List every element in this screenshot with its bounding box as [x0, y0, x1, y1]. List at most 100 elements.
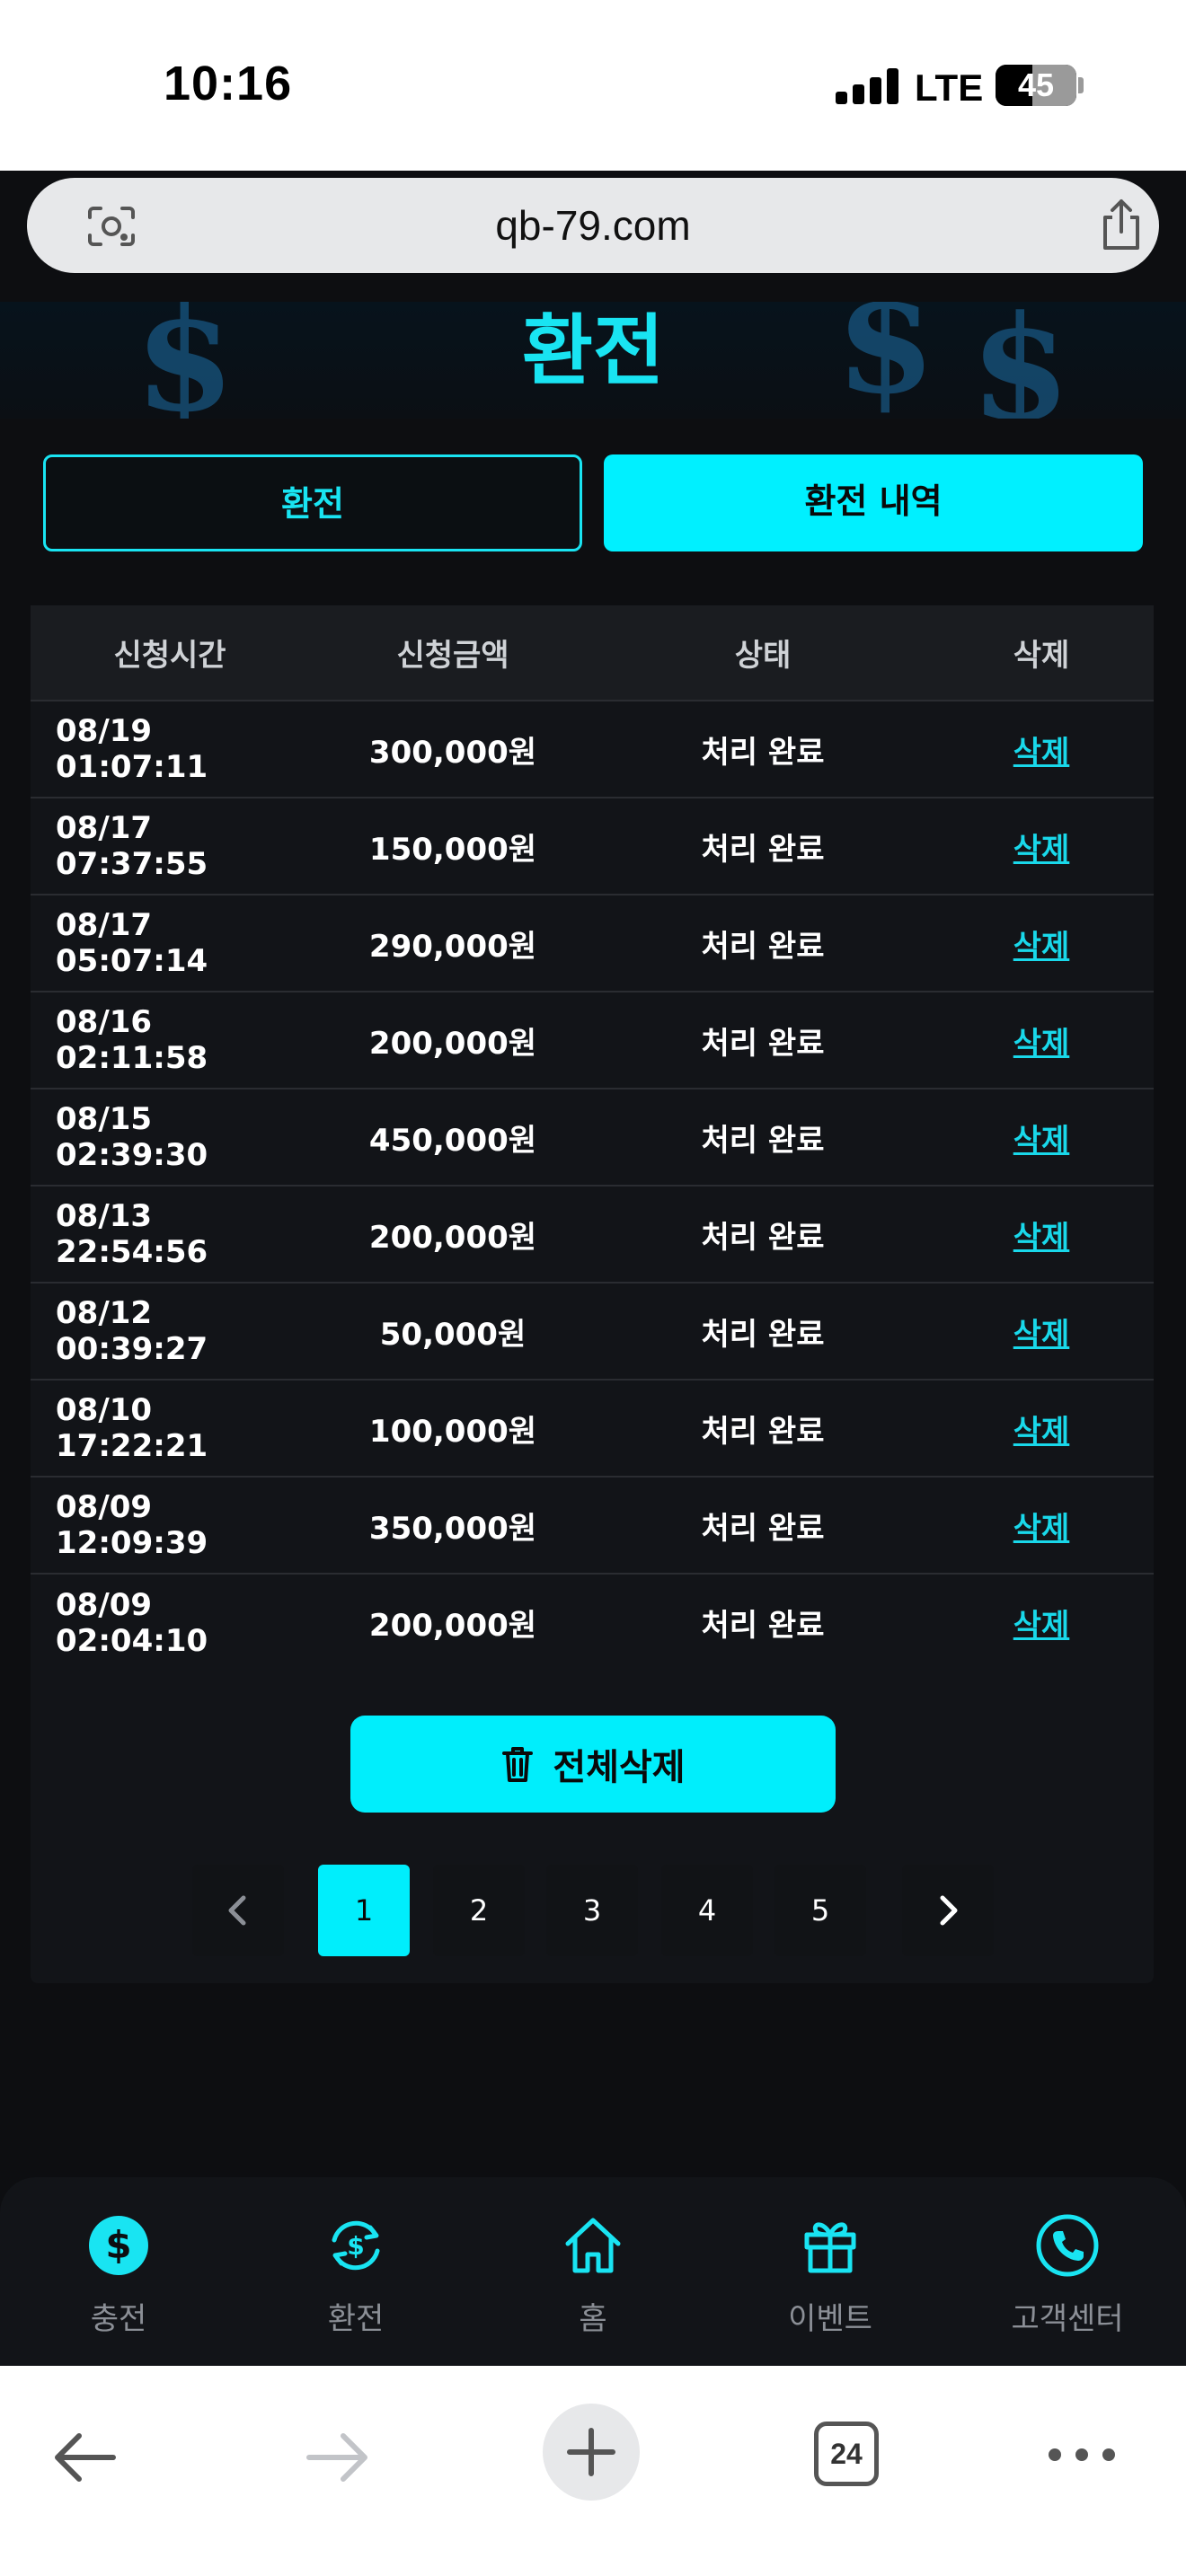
table-row: 08/17 07:37:55 150,000원 처리 완료 삭제: [31, 798, 1154, 895]
dollar-circle-icon: $: [89, 2216, 148, 2275]
page-button-1[interactable]: 1: [318, 1865, 410, 1956]
row-delete-link[interactable]: 삭제: [1013, 1220, 1070, 1256]
tabs-button[interactable]: 24: [814, 2422, 879, 2486]
header-amount: 신청금액: [396, 638, 509, 674]
url-text[interactable]: qb-79.com: [27, 178, 1159, 273]
table-row: 08/17 05:07:14 290,000원 처리 완료 삭제: [31, 895, 1154, 992]
row-status: 처리 완료: [701, 1608, 825, 1644]
new-tab-button[interactable]: [543, 2404, 640, 2501]
plus-icon: [567, 2428, 615, 2476]
row-amount: 200,000원: [368, 1608, 537, 1644]
home-icon: [565, 2218, 621, 2273]
row-amount: 450,000원: [368, 1122, 537, 1159]
more-icon[interactable]: [1046, 2441, 1118, 2468]
page-banner: $ $ $ 환전: [0, 302, 1186, 419]
tab-exchange-history[interactable]: 환전 내역: [604, 454, 1143, 551]
page-button-3[interactable]: 3: [546, 1865, 638, 1956]
row-delete-link[interactable]: 삭제: [1013, 1608, 1070, 1644]
table-row: 08/10 17:22:21 100,000원 처리 완료 삭제: [31, 1380, 1154, 1477]
header-delete: 삭제: [1013, 638, 1070, 674]
network-type: LTE: [915, 66, 984, 109]
battery-icon: 45: [996, 65, 1076, 106]
row-status: 처리 완료: [701, 1025, 825, 1062]
row-time: 08/09 12:09:39: [56, 1489, 208, 1561]
row-delete-link[interactable]: 삭제: [1013, 1026, 1070, 1062]
row-delete-link[interactable]: 삭제: [1013, 735, 1070, 771]
row-status: 처리 완료: [701, 928, 825, 965]
row-amount: 300,000원: [368, 734, 537, 771]
row-status: 처리 완료: [701, 1316, 825, 1353]
nav-label: 충전: [90, 2301, 147, 2337]
page-title: 환전: [521, 306, 665, 396]
gift-icon: [804, 2222, 856, 2273]
delete-all-label: 전체삭제: [553, 1747, 686, 1788]
nav-label: 고객센터: [1011, 2301, 1124, 2337]
table-row: 08/09 02:04:10 200,000원 처리 완료 삭제: [31, 1574, 1154, 1671]
row-amount: 50,000원: [379, 1316, 527, 1353]
row-time: 08/17 07:37:55: [56, 810, 208, 882]
row-amount: 350,000원: [368, 1510, 537, 1547]
pagination: 1 2 3 4 5: [0, 1865, 1186, 1958]
chevron-right-icon: [940, 1895, 958, 1926]
browser-toolbar: 24: [0, 2366, 1186, 2576]
delete-all-button[interactable]: 전체삭제: [350, 1716, 836, 1813]
phone-icon: [1036, 2214, 1099, 2277]
row-delete-link[interactable]: 삭제: [1013, 1123, 1070, 1159]
row-delete-link[interactable]: 삭제: [1013, 832, 1070, 868]
table-header-row: 신청시간 신청금액 상태 삭제: [31, 605, 1154, 701]
row-delete-link[interactable]: 삭제: [1013, 929, 1070, 965]
table-row: 08/16 02:11:58 200,000원 처리 완료 삭제: [31, 992, 1154, 1089]
exchange-icon: $: [332, 2220, 380, 2271]
row-delete-link[interactable]: 삭제: [1013, 1414, 1070, 1450]
row-time: 08/17 05:07:14: [56, 907, 208, 979]
row-status: 처리 완료: [701, 734, 825, 771]
battery-level: 45: [1017, 66, 1055, 103]
row-status: 처리 완료: [701, 831, 825, 868]
row-time: 08/10 17:22:21: [56, 1392, 208, 1464]
row-status: 처리 완료: [701, 1413, 825, 1450]
chevron-left-icon: [228, 1895, 246, 1926]
row-time: 08/12 00:39:27: [56, 1295, 208, 1367]
row-amount: 100,000원: [368, 1413, 537, 1450]
share-icon[interactable]: [1096, 198, 1146, 251]
row-time: 08/09 02:04:10: [56, 1586, 208, 1659]
nav-label: 홈: [579, 2301, 607, 2337]
url-bar[interactable]: qb-79.com: [27, 178, 1159, 273]
nav-charge[interactable]: $ 충전: [29, 2213, 208, 2338]
row-time: 08/15 02:39:30: [56, 1101, 208, 1173]
trash-icon: [502, 1747, 534, 1782]
status-time: 10:16: [164, 57, 293, 110]
row-amount: 200,000원: [368, 1219, 537, 1256]
header-time: 신청시간: [113, 638, 226, 674]
row-status: 처리 완료: [701, 1219, 825, 1256]
history-table: 신청시간 신청금액 상태 삭제 08/19 01:07:11 300,000원 …: [31, 605, 1154, 1671]
svg-text:$: $: [105, 2223, 131, 2267]
prev-page-button[interactable]: [192, 1865, 284, 1956]
forward-arrow-icon[interactable]: [304, 2423, 372, 2492]
nav-label: 이벤트: [788, 2301, 872, 2337]
tab-exchange[interactable]: 환전: [43, 454, 582, 551]
table-row: 08/12 00:39:27 50,000원 처리 완료 삭제: [31, 1283, 1154, 1380]
row-amount: 290,000원: [368, 928, 537, 965]
row-delete-link[interactable]: 삭제: [1013, 1511, 1070, 1547]
row-time: 08/19 01:07:11: [56, 713, 208, 785]
table-row: 08/15 02:39:30 450,000원 처리 완료 삭제: [31, 1089, 1154, 1186]
nav-label: 환전: [327, 2301, 385, 2337]
back-arrow-icon[interactable]: [50, 2423, 119, 2492]
table-row: 08/09 12:09:39 350,000원 처리 완료 삭제: [31, 1477, 1154, 1574]
svg-text:$: $: [347, 2231, 364, 2261]
nav-exchange[interactable]: $ 환전: [266, 2213, 446, 2338]
next-page-button[interactable]: [902, 1865, 994, 1956]
nav-event[interactable]: 이벤트: [740, 2213, 920, 2338]
page-button-5[interactable]: 5: [774, 1865, 866, 1956]
row-delete-link[interactable]: 삭제: [1013, 1317, 1070, 1353]
page-button-2[interactable]: 2: [433, 1865, 525, 1956]
row-status: 처리 완료: [701, 1122, 825, 1159]
row-amount: 200,000원: [368, 1025, 537, 1062]
row-time: 08/16 02:11:58: [56, 1004, 208, 1076]
signal-icon: [836, 68, 898, 104]
nav-support[interactable]: 고객센터: [978, 2213, 1157, 2338]
page-button-4[interactable]: 4: [661, 1865, 753, 1956]
nav-home[interactable]: 홈: [503, 2213, 683, 2338]
table-row: 08/13 22:54:56 200,000원 처리 완료 삭제: [31, 1186, 1154, 1283]
